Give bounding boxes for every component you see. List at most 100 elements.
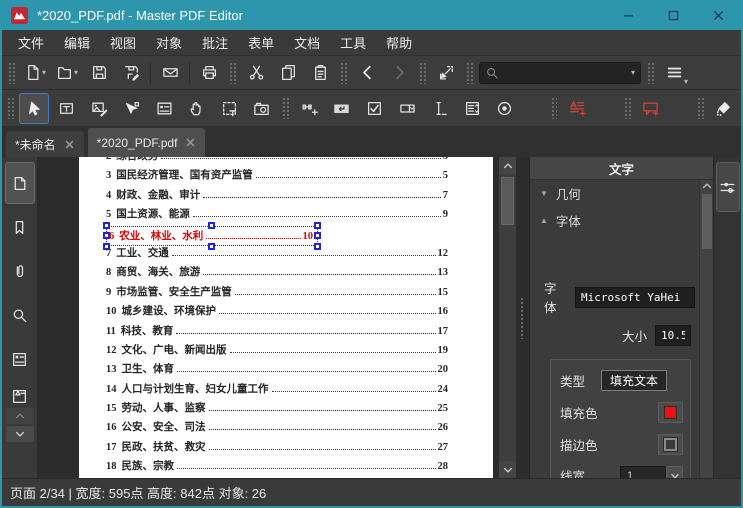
open-file-button[interactable]: ▾	[52, 59, 82, 86]
close-button[interactable]	[696, 0, 741, 30]
menu-help[interactable]: 帮助	[376, 30, 422, 55]
font-name-input[interactable]	[575, 286, 695, 308]
add-combobox-button[interactable]	[392, 93, 423, 124]
toolbar-grip[interactable]	[229, 61, 236, 84]
menu-file[interactable]: 文件	[8, 30, 54, 55]
edit-path-tool-button[interactable]	[117, 93, 148, 124]
search-input[interactable]	[499, 65, 630, 80]
menu-comment[interactable]: 批注	[192, 30, 238, 55]
new-document-button[interactable]: ▾	[20, 59, 50, 86]
toolbar-grip[interactable]	[7, 97, 14, 119]
add-checkbox-button[interactable]	[359, 93, 390, 124]
toolbar-grip[interactable]	[696, 97, 704, 119]
toolbar-grip[interactable]	[623, 97, 631, 119]
selection-handle[interactable]	[103, 242, 110, 250]
tab-close-icon[interactable]	[185, 137, 196, 148]
save-as-button[interactable]	[116, 59, 146, 86]
email-button[interactable]	[155, 59, 185, 86]
edit-forms-tool-button[interactable]	[149, 93, 180, 124]
toolbar-grip[interactable]	[8, 61, 15, 84]
toc-row[interactable]: 10 城乡建设、环境保护 16	[106, 303, 448, 322]
selection-handle[interactable]	[208, 242, 215, 250]
selection-handle[interactable]	[103, 221, 110, 229]
toolbar-grip[interactable]	[466, 61, 473, 84]
selection-handle[interactable]	[314, 242, 321, 250]
select-tool-button[interactable]	[18, 92, 50, 124]
toolbar-grip[interactable]	[550, 97, 558, 119]
sidebar-tab-signature[interactable]	[5, 382, 35, 406]
type-dropdown[interactable]: 填充文本	[601, 370, 668, 391]
toc-row[interactable]: 14 人口与计划生育、妇女儿童工作 24	[106, 381, 448, 400]
toolbar-grip[interactable]	[647, 61, 654, 84]
selection-handle[interactable]	[208, 221, 215, 229]
sidebar-scroll-down-button[interactable]	[5, 426, 34, 442]
toc-row[interactable]: 12 文化、广电、新闻出版 19	[106, 342, 448, 361]
toc-row[interactable]: 2 综合政务 3	[106, 157, 448, 167]
menu-forms[interactable]: 表单	[238, 30, 284, 55]
snapshot-tool-button[interactable]	[247, 93, 278, 124]
line-width-spinbox[interactable]: 1	[620, 466, 683, 478]
stroke-color-button[interactable]	[658, 434, 683, 455]
highlight-tool-button[interactable]	[709, 93, 740, 124]
document-tab-2[interactable]: *2020_PDF.pdf	[87, 128, 206, 157]
section-geometry[interactable]: ▼ 几何	[530, 180, 697, 207]
toolbar-grip[interactable]	[282, 97, 290, 119]
menu-object[interactable]: 对象	[146, 30, 192, 55]
sidebar-tab-bookmarks[interactable]	[5, 206, 35, 248]
vertical-scrollbar[interactable]	[498, 157, 516, 478]
scroll-up-button[interactable]	[499, 157, 516, 174]
edit-image-tool-button[interactable]	[84, 93, 115, 124]
sidebar-tab-search-panel[interactable]	[5, 294, 35, 336]
back-button[interactable]	[352, 59, 382, 86]
add-radiobutton-button[interactable]	[489, 93, 520, 124]
toc-row[interactable]: 9 市场监管、安全生产监管 15	[106, 284, 448, 303]
panel-scrollbar[interactable]	[699, 180, 713, 478]
selection-handle[interactable]	[314, 221, 321, 229]
minimize-button[interactable]	[606, 0, 651, 30]
scrollbar-thumb[interactable]	[501, 177, 514, 225]
select-area-tool-button[interactable]	[214, 93, 245, 124]
save-button[interactable]	[84, 59, 114, 86]
toc-row[interactable]: 4 财政、金融、审计 7	[106, 187, 448, 206]
add-link-button[interactable]	[294, 93, 325, 124]
copy-button[interactable]	[273, 59, 303, 86]
selection-handle[interactable]	[314, 231, 321, 239]
sidebar-scroll-up-button[interactable]	[5, 408, 34, 424]
sidebar-tab-form-fields[interactable]	[5, 338, 35, 380]
toolbar-grip[interactable]	[340, 61, 347, 84]
selected-text-object[interactable]: 6 农业、林业、水利 10	[103, 221, 321, 250]
document-tab-1[interactable]: *未命名	[6, 131, 84, 157]
add-sticky-note-button[interactable]	[636, 93, 667, 124]
hand-tool-button[interactable]	[182, 93, 213, 124]
menu-edit[interactable]: 编辑	[54, 30, 100, 55]
forward-button[interactable]	[384, 59, 414, 86]
add-text-annotation-button[interactable]	[562, 93, 593, 124]
panel-splitter[interactable]	[516, 157, 529, 478]
search-box[interactable]: ▾	[479, 61, 641, 84]
toc-row[interactable]: 7 工业、交通 12	[106, 245, 448, 264]
toc-row[interactable]: 5 国土资源、能源 9	[106, 206, 448, 225]
toc-row[interactable]: 13 卫生、体育 20	[106, 361, 448, 380]
toc-row[interactable]: 15 劳动、人事、监察 25	[106, 400, 448, 419]
font-size-input[interactable]	[655, 325, 691, 346]
toc-row[interactable]: 11 科技、教育 17	[106, 323, 448, 342]
menu-tools[interactable]: 工具	[330, 30, 376, 55]
main-menu-button[interactable]: ▾	[659, 59, 689, 86]
menu-document[interactable]: 文档	[284, 30, 330, 55]
properties-tab-button[interactable]	[715, 162, 740, 212]
section-font[interactable]: ▲ 字体	[530, 207, 697, 234]
scroll-down-button[interactable]	[499, 461, 516, 478]
sidebar-tab-attachments[interactable]	[5, 250, 35, 292]
tab-close-icon[interactable]	[64, 139, 75, 150]
fill-color-button[interactable]	[658, 402, 683, 423]
paste-button[interactable]	[305, 59, 335, 86]
selection-handle[interactable]	[103, 231, 110, 239]
toc-row[interactable]: 6 农业、林业、水利 10	[103, 221, 448, 250]
maximize-button[interactable]	[651, 0, 696, 30]
toc-row[interactable]: 8 商贸、海关、旅游 13	[106, 264, 448, 283]
print-button[interactable]	[194, 59, 224, 86]
toc-row[interactable]: 3 国民经济管理、国有资产监管 5	[106, 167, 448, 186]
toc-row[interactable]: 18 民族、宗教 28	[106, 458, 448, 477]
add-pushbutton-button[interactable]	[327, 93, 358, 124]
spin-caret-button[interactable]	[666, 466, 683, 478]
